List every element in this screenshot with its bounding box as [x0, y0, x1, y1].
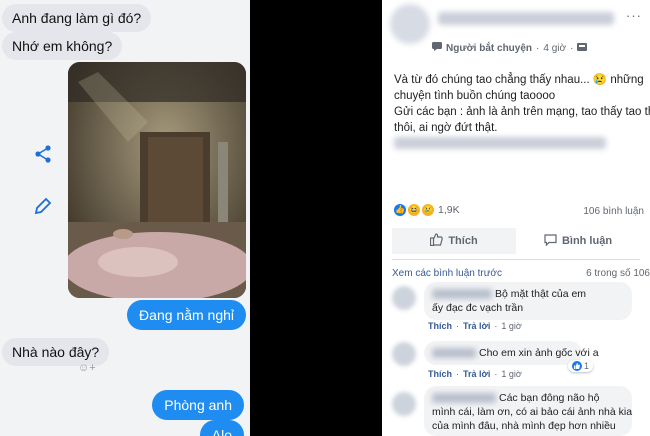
- share-icon[interactable]: [32, 143, 54, 165]
- haha-reaction-icon: 😆: [408, 204, 420, 216]
- reaction-summary[interactable]: 👍 😆 😢 1,9K: [394, 204, 460, 216]
- divider-gap: [250, 0, 382, 436]
- comment-page-count: 6 trong số 106: [586, 268, 650, 279]
- post-actions: Thích Bình luận: [392, 228, 640, 254]
- post-time[interactable]: 4 giờ: [543, 43, 566, 54]
- comment-text-line: Các bạn đông não hộ: [499, 392, 600, 404]
- comment-time: 1 giờ: [501, 321, 522, 331]
- group-visibility-icon: [577, 42, 588, 54]
- comment-like-link[interactable]: Thích: [428, 369, 452, 379]
- comment-bubble: Bộ mặt thật của em ấy đạc đc vạch trần: [424, 282, 632, 320]
- outgoing-message: Đang nằm nghỉ: [127, 300, 246, 330]
- commenter-avatar[interactable]: [392, 286, 416, 310]
- blurred-text: [394, 137, 606, 149]
- comment-bubble: Các bạn đông não hộ mình cái, làm ơn, có…: [424, 386, 632, 436]
- room-photo-image: [68, 62, 246, 298]
- like-label: Thích: [448, 235, 478, 247]
- comment-like-count: 1: [584, 361, 590, 371]
- comment-text-line: Cho em xin ảnh gốc với a: [479, 347, 599, 359]
- author-avatar[interactable]: [390, 4, 430, 44]
- sad-reaction-icon: 😢: [422, 204, 434, 216]
- screenshot-root: Anh đang làm gì đó? Nhớ em không? Đang n…: [0, 0, 650, 436]
- more-options-icon[interactable]: ···: [626, 8, 642, 23]
- commenter-avatar[interactable]: [392, 342, 416, 366]
- add-reaction-icon[interactable]: ☺+: [78, 362, 98, 376]
- comment-like-link[interactable]: Thích: [428, 321, 452, 331]
- post-body: Và từ đó chúng tao chẳng thấy nhau... 😢 …: [394, 72, 650, 136]
- like-button[interactable]: Thích: [392, 228, 516, 254]
- separator-dot: ·: [570, 42, 574, 54]
- post-text-line: Và từ đó chúng tao chẳng thấy nhau... 😢 …: [394, 74, 644, 86]
- reaction-count: 1,9K: [438, 204, 460, 216]
- commenter-avatar[interactable]: [392, 392, 416, 416]
- comment-label: Bình luận: [561, 235, 613, 247]
- edit-pencil-icon[interactable]: [32, 195, 54, 217]
- comment-text-line: Bộ mặt thật của em: [495, 288, 587, 300]
- post-text-line: thôi, ai ngờ đứt thật.: [394, 122, 498, 134]
- commenter-name-blurred[interactable]: [432, 289, 492, 300]
- comment-like-badge[interactable]: 1: [568, 360, 594, 372]
- divider: [392, 259, 640, 260]
- incoming-message: Anh đang làm gì đó?: [2, 4, 152, 32]
- outgoing-message: Alo: [199, 420, 244, 436]
- comment-reply-link[interactable]: Trả lời: [463, 369, 490, 379]
- comment-text-line: ấy đạc đc vạch trần: [432, 302, 524, 314]
- comment-button[interactable]: Bình luận: [516, 228, 640, 254]
- comment-text-line: mình cái, làm ơn, có ai bảo cái ảnh nhà …: [432, 406, 633, 418]
- comment-actions: Thích · Trả lời · 1 giờ: [428, 321, 522, 331]
- shared-photo[interactable]: [68, 62, 246, 298]
- post-text-line: chuyện tình buồn chúng taoooo: [394, 90, 556, 102]
- chat-bubble-icon: [432, 42, 442, 54]
- comment-text-line: của mình đâu, nhà mình đẹp hơn nhiều: [432, 420, 616, 432]
- separator-dot: ·: [536, 42, 540, 54]
- post-meta: Người bắt chuyện · 4 giờ ·: [432, 42, 588, 54]
- comment-actions: Thích · Trả lời · 1 giờ: [428, 369, 522, 379]
- commenter-name-blurred[interactable]: [432, 348, 476, 359]
- messenger-chat: Anh đang làm gì đó? Nhớ em không? Đang n…: [0, 0, 250, 436]
- comment-time: 1 giờ: [501, 369, 522, 379]
- thumbs-up-icon: [430, 233, 444, 249]
- post-text-line: Gửi các bạn : ảnh là ảnh trên mạng, tao …: [394, 106, 650, 118]
- like-reaction-icon: 👍: [394, 204, 406, 216]
- comment-reply-link[interactable]: Trả lời: [463, 321, 490, 331]
- outgoing-message: Phòng anh: [152, 390, 244, 420]
- like-reaction-icon: [572, 361, 582, 371]
- comment-icon: [544, 233, 557, 249]
- comment-count[interactable]: 106 bình luận: [583, 206, 644, 217]
- facebook-post: ··· Người bắt chuyện · 4 giờ · Và từ đó …: [382, 0, 650, 436]
- view-previous-comments-link[interactable]: Xem các bình luận trước: [392, 268, 502, 279]
- comment-bubble: Cho em xin ảnh gốc với a: [424, 341, 599, 365]
- post-meta-user[interactable]: Người bắt chuyện: [446, 43, 532, 54]
- incoming-message: Nhớ em không?: [2, 32, 123, 60]
- commenter-name-blurred[interactable]: [432, 393, 496, 404]
- author-name-blurred: [438, 12, 614, 25]
